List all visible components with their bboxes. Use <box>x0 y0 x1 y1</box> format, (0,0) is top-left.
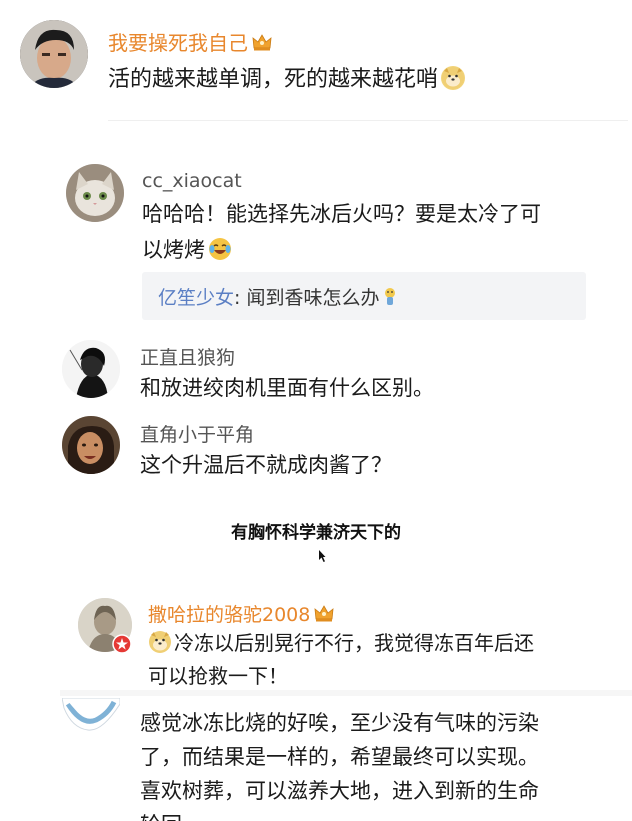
avatar[interactable] <box>62 416 120 474</box>
username[interactable]: 我要操死我自己 <box>108 27 272 56</box>
sub-reply-text: 闻到香味怎么办 <box>246 287 380 309</box>
comment-text: 冷冻以后别晃行不行，我觉得冻百年后还 可以抢救一下！ <box>148 627 534 693</box>
avatar-photo <box>62 698 120 731</box>
caption-text: 有胸怀科学兼济天下的 <box>231 523 401 543</box>
comment-text: 活的越来越单调，死的越来越花哨 <box>108 62 466 98</box>
doge-emoji-icon <box>441 66 466 90</box>
username-text[interactable]: 撒哈拉的骆驼2008 <box>148 604 310 626</box>
comment-text-line: 轮回。 <box>140 808 620 821</box>
username-text[interactable]: cc_xiaocat <box>142 170 242 192</box>
username[interactable]: 直角小于平角 <box>140 420 254 447</box>
avatar-photo <box>62 340 120 398</box>
avatar[interactable] <box>62 698 120 734</box>
vip-crown-icon <box>314 605 334 622</box>
username-text[interactable]: 正直且狼狗 <box>140 347 235 369</box>
reply-text: 哈哈哈！能选择先冰后火吗？要是太冷了可 以烤烤 <box>142 196 541 268</box>
sub-reply-box[interactable]: 亿笙少女: 闻到香味怎么办 <box>142 272 586 320</box>
reply-text-line: 哈哈哈！能选择先冰后火吗？要是太冷了可 <box>142 202 541 226</box>
username-text[interactable]: 我要操死我自己 <box>108 31 248 55</box>
reply-text-line: 以烤烤 <box>142 232 541 268</box>
vip-crown-icon <box>252 32 272 51</box>
username[interactable]: 正直且狼狗 <box>140 343 235 370</box>
comment-text-line: 了，而结果是一样的，希望最终可以实现。 <box>140 745 539 769</box>
reply-text: 和放进绞肉机里面有什么区别。 <box>140 370 434 406</box>
comment-text-line: 喜欢树葬，可以滋养大地，进入到新的生命 <box>140 779 539 803</box>
avatar-photo <box>66 164 124 222</box>
comment-text-line: 感觉冰冻比烧的好唉，至少没有气味的污染 <box>140 711 539 735</box>
reply-text: 这个升温后不就成肉酱了？ <box>140 447 392 483</box>
sub-reply-username[interactable]: 亿笙少女 <box>158 287 234 309</box>
avatar[interactable] <box>20 20 88 88</box>
comment-text-line: 冷冻以后别晃行不行，我觉得冻百年后还 <box>148 627 534 660</box>
avatar-photo <box>20 20 88 88</box>
divider <box>60 690 632 696</box>
avatar[interactable] <box>62 340 120 398</box>
reply-text-content: 和放进绞肉机里面有什么区别。 <box>140 376 434 400</box>
caption: 有胸怀科学兼济天下的 <box>0 518 632 543</box>
avatar[interactable] <box>66 164 124 222</box>
divider <box>108 120 628 121</box>
username[interactable]: 撒哈拉的骆驼2008 <box>148 600 334 627</box>
reply-text-content: 以烤烤 <box>142 238 205 262</box>
cursor-icon <box>318 548 326 567</box>
drool-emoji-icon <box>383 287 397 312</box>
sub-reply-separator: : <box>234 287 247 309</box>
laugh-cry-emoji-icon <box>208 236 232 260</box>
comment-text-content: 活的越来越单调，死的越来越花哨 <box>108 67 439 92</box>
sub-reply: 亿笙少女: 闻到香味怎么办 <box>158 283 397 312</box>
username[interactable]: cc_xiaocat <box>142 170 242 192</box>
comment-text: 感觉冰冻比烧的好唉，至少没有气味的污染 了，而结果是一样的，希望最终可以实现。 … <box>140 706 620 821</box>
reply-text-content: 这个升温后不就成肉酱了？ <box>140 453 392 477</box>
comment-text-line: 可以抢救一下！ <box>148 664 288 688</box>
doge-emoji-icon <box>148 630 172 654</box>
username-text[interactable]: 直角小于平角 <box>140 424 254 446</box>
verified-badge-icon <box>112 634 132 658</box>
comment-text-content: 冷冻以后别晃行不行，我觉得冻百年后还 <box>174 631 534 655</box>
avatar-photo <box>62 416 120 474</box>
